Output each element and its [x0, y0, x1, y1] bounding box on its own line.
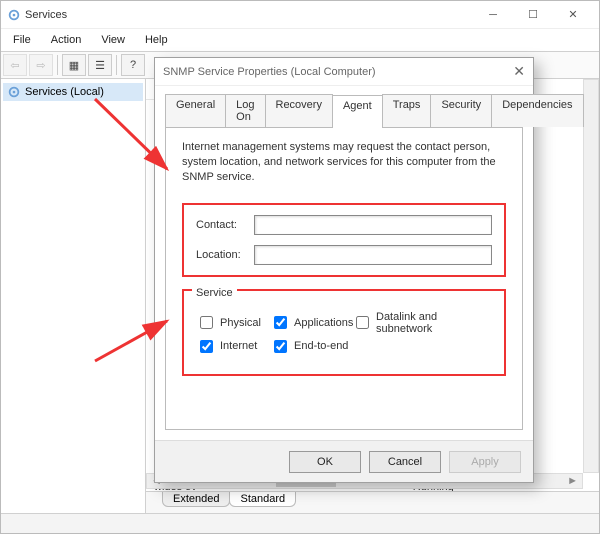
check-endtoend-box[interactable] — [274, 340, 287, 353]
check-applications-box[interactable] — [274, 316, 287, 329]
menu-action[interactable]: Action — [43, 32, 90, 48]
bottom-tabs: Extended Standard — [146, 491, 599, 513]
tab-recovery[interactable]: Recovery — [265, 94, 333, 127]
dialog-title: SNMP Service Properties (Local Computer) — [163, 66, 376, 78]
dialog-tabs: General Log On Recovery Agent Traps Secu… — [165, 94, 523, 127]
tree-root-label: Services (Local) — [25, 86, 104, 98]
back-button[interactable]: ⇦ — [3, 54, 27, 76]
check-internet[interactable]: Internet — [196, 337, 266, 356]
dialog-button-bar: OK Cancel Apply — [155, 440, 533, 482]
toolbar-separator — [116, 55, 117, 75]
dialog-close-button[interactable]: ✕ — [513, 63, 525, 80]
check-datalink-box[interactable] — [356, 316, 369, 329]
close-button[interactable]: ✕ — [553, 1, 593, 29]
ok-button[interactable]: OK — [289, 451, 361, 473]
contact-location-highlight: Contact: Location: — [182, 203, 506, 277]
tab-logon[interactable]: Log On — [225, 94, 265, 127]
dialog-titlebar: SNMP Service Properties (Local Computer)… — [155, 58, 533, 86]
service-groupbox-label: Service — [192, 287, 237, 299]
contact-label: Contact: — [196, 219, 254, 231]
menu-file[interactable]: File — [5, 32, 39, 48]
tab-standard[interactable]: Standard — [229, 492, 296, 507]
menu-view[interactable]: View — [93, 32, 133, 48]
snmp-properties-dialog: SNMP Service Properties (Local Computer)… — [154, 57, 534, 483]
show-hide-tree-button[interactable]: ▦ — [62, 54, 86, 76]
minimize-button[interactable]: ─ — [473, 1, 513, 29]
contact-input[interactable] — [254, 215, 492, 235]
forward-button[interactable]: ⇨ — [29, 54, 53, 76]
menu-help[interactable]: Help — [137, 32, 176, 48]
properties-button[interactable]: ☰ — [88, 54, 112, 76]
titlebar: Services ─ ☐ ✕ — [1, 1, 599, 29]
check-physical[interactable]: Physical — [196, 311, 266, 335]
check-physical-box[interactable] — [200, 316, 213, 329]
statusbar — [1, 513, 599, 533]
tab-traps[interactable]: Traps — [382, 94, 432, 127]
toolbar-separator — [57, 55, 58, 75]
tab-agent[interactable]: Agent — [332, 95, 383, 128]
check-applications[interactable]: Applications — [270, 311, 348, 335]
cancel-button[interactable]: Cancel — [369, 451, 441, 473]
gear-icon — [7, 85, 21, 99]
window-title: Services — [25, 9, 67, 21]
check-internet-box[interactable] — [200, 340, 213, 353]
vertical-scrollbar[interactable] — [583, 79, 599, 473]
location-label: Location: — [196, 249, 254, 261]
service-highlight: Service Physical Applications Datalink a… — [182, 289, 506, 376]
agent-description: Internet management systems may request … — [182, 140, 506, 185]
tab-extended[interactable]: Extended — [162, 492, 230, 507]
scroll-right-icon[interactable]: ► — [563, 475, 582, 487]
menubar: File Action View Help — [1, 29, 599, 51]
dialog-body: Internet management systems may request … — [165, 127, 523, 430]
check-datalink[interactable]: Datalink and subnetwork — [352, 311, 492, 335]
check-endtoend[interactable]: End-to-end — [270, 337, 348, 356]
tree-root-services-local[interactable]: Services (Local) — [3, 83, 143, 101]
apply-button[interactable]: Apply — [449, 451, 521, 473]
services-window: Services ─ ☐ ✕ File Action View Help ⇦ ⇨… — [0, 0, 600, 534]
maximize-button[interactable]: ☐ — [513, 1, 553, 29]
tab-general[interactable]: General — [165, 94, 226, 127]
sidebar: Services (Local) — [1, 79, 146, 513]
location-input[interactable] — [254, 245, 492, 265]
tab-dependencies[interactable]: Dependencies — [491, 94, 583, 127]
help-button[interactable]: ? — [121, 54, 145, 76]
tab-security[interactable]: Security — [430, 94, 492, 127]
services-app-icon — [7, 8, 21, 22]
